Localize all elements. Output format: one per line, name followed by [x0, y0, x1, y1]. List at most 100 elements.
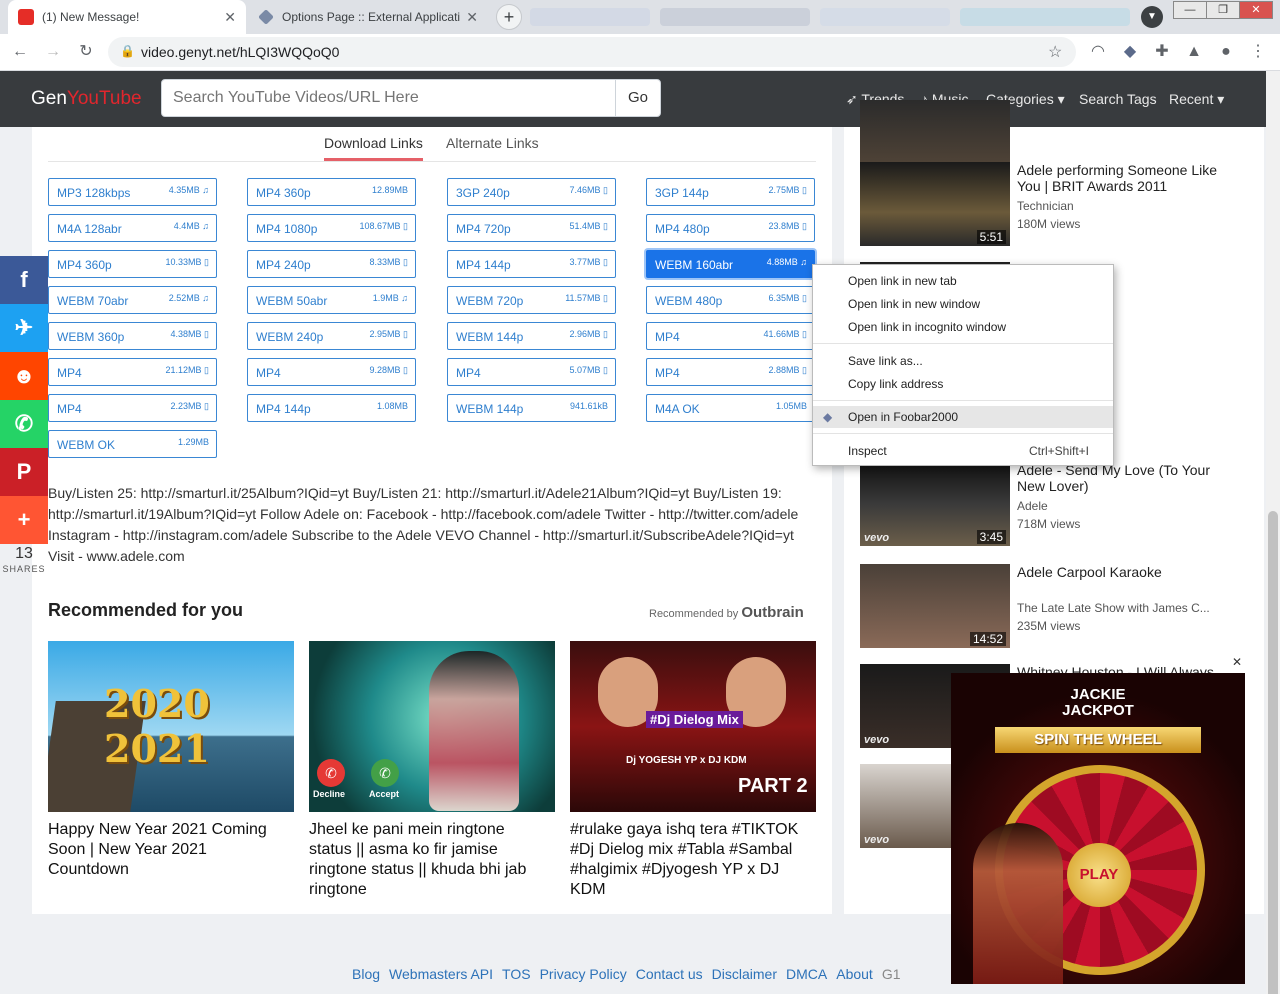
ad-close-icon[interactable]: ✕ [1232, 655, 1242, 669]
video-thumbnail[interactable]: 3:45 vevo [860, 462, 1010, 546]
recommended-thumbnail[interactable]: #Dj Dielog Mix Dj YOGESH YP x DJ KDM PAR… [570, 641, 816, 812]
download-link-button[interactable]: MP4 240p 8.33MB ▯ [247, 250, 416, 278]
footer-link[interactable]: Contact us [636, 966, 703, 982]
download-link-button[interactable]: 3GP 144p 2.75MB ▯ [646, 178, 815, 206]
download-link-button[interactable]: 3GP 240p 7.46MB ▯ [447, 178, 616, 206]
download-link-button[interactable]: MP4 5.07MB ▯ [447, 358, 616, 386]
bookmark-star-icon[interactable]: ☆ [1048, 42, 1062, 62]
footer-link[interactable]: Webmasters API [389, 966, 493, 982]
download-link-button[interactable]: MP4 1080p 108.67MB ▯ [247, 214, 416, 242]
tab-alternate-links[interactable]: Alternate Links [446, 135, 539, 151]
download-link-button[interactable]: WEBM 360p 4.38MB ▯ [48, 322, 217, 350]
download-link-button[interactable]: MP4 41.66MB ▯ [646, 322, 815, 350]
footer-link[interactable]: G1 [882, 966, 901, 982]
download-link-button[interactable]: WEBM 144p 941.61kB [447, 394, 616, 422]
video-thumbnail[interactable]: 5:51 [860, 162, 1010, 246]
tab-options-page[interactable]: Options Page :: External Applicati ✕ [248, 0, 488, 34]
extension-icon[interactable]: ◠ [1086, 40, 1110, 64]
recommended-title[interactable]: #rulake gaya ishq tera #TIKTOK #Dj Dielo… [570, 820, 810, 900]
menu-save-link[interactable]: Save link as... [813, 350, 1113, 372]
back-icon[interactable]: ← [8, 40, 32, 64]
external-app-icon[interactable]: ◆ [1118, 40, 1142, 64]
download-link-button[interactable]: WEBM 720p 11.57MB ▯ [447, 286, 616, 314]
twitter-share-button[interactable]: ✈ [0, 304, 48, 352]
menu-kebab-icon[interactable]: ⋮ [1246, 40, 1270, 64]
download-link-button[interactable]: MP4 2.23MB ▯ [48, 394, 217, 422]
background-window-tabs [820, 8, 950, 26]
extensions-puzzle-icon[interactable]: ✚ [1150, 40, 1174, 64]
profile-avatar-icon[interactable]: ● [1214, 40, 1238, 64]
download-link-button[interactable]: M4A 128abr 4.4MB ♫ [48, 214, 217, 242]
scrollbar-thumb[interactable] [1268, 511, 1278, 994]
whatsapp-share-button[interactable]: ✆ [0, 400, 48, 448]
page-scrollbar[interactable] [1266, 71, 1280, 994]
download-link-button[interactable]: MP4 480p 23.8MB ▯ [646, 214, 815, 242]
download-link-button[interactable]: WEBM 70abr 2.52MB ♫ [48, 286, 217, 314]
go-button[interactable]: Go [615, 79, 661, 117]
address-bar[interactable]: 🔒 video.genyt.net/hLQI3WQQoQ0 ☆ [108, 37, 1076, 67]
recommended-title[interactable]: Jheel ke pani mein ringtone status || as… [309, 820, 549, 900]
footer-link[interactable]: Disclaimer [712, 966, 777, 982]
pinterest-share-button[interactable]: P [0, 448, 48, 496]
recommended-thumbnail[interactable]: 2020 2021 [48, 641, 294, 812]
download-link-button[interactable]: WEBM 240p 2.95MB ▯ [247, 322, 416, 350]
download-link-button[interactable]: MP4 144p 3.77MB ▯ [447, 250, 616, 278]
footer-link[interactable]: Privacy Policy [540, 966, 627, 982]
download-link-button[interactable]: WEBM 160abr 4.88MB ♫ [646, 250, 815, 278]
menu-open-new-window[interactable]: Open link in new window [813, 293, 1113, 315]
menu-copy-link[interactable]: Copy link address [813, 373, 1113, 395]
video-thumbnail[interactable]: 14:52 [860, 564, 1010, 648]
new-tab-button[interactable]: + [496, 4, 522, 30]
close-tab-icon[interactable]: ✕ [466, 9, 478, 26]
background-window-tabs [530, 8, 650, 26]
download-link-button[interactable]: WEBM 480p 6.35MB ▯ [646, 286, 815, 314]
jackpot-ad[interactable]: JACKIE JACKPOT SPIN THE WHEEL PLAY [951, 673, 1245, 984]
recommended-thumbnail[interactable]: ✆ ✆ Decline Accept [309, 641, 555, 812]
download-link-button[interactable]: MP4 360p 12.89MB [247, 178, 416, 206]
video-title[interactable]: Adele Carpool Karaoke [1017, 564, 1217, 580]
download-link-button[interactable]: MP4 21.12MB ▯ [48, 358, 217, 386]
recommended-by[interactable]: Recommended by Outbrain [649, 604, 804, 621]
related-video-item[interactable]: 5:51 Adele performing Someone Like You | … [860, 162, 1220, 246]
maximize-button[interactable]: ❐ [1206, 1, 1240, 19]
reddit-share-button[interactable]: ☻ [0, 352, 48, 400]
tab-download-links[interactable]: Download Links [324, 135, 423, 161]
tab-new-message[interactable]: (1) New Message! ✕ [8, 0, 246, 34]
vevo-logo: vevo [864, 834, 890, 846]
recommended-title[interactable]: Happy New Year 2021 Coming Soon | New Ye… [48, 820, 288, 880]
related-video-item[interactable]: 14:52 Adele Carpool Karaoke The Late Late … [860, 564, 1220, 648]
related-video-item[interactable]: 3:45 vevo Adele - Send My Love (To Your Ne… [860, 462, 1220, 546]
minimize-button[interactable]: — [1173, 1, 1207, 19]
footer-link[interactable]: About [836, 966, 873, 982]
menu-inspect[interactable]: Inspect Ctrl+Shift+I [813, 440, 1113, 462]
footer-link[interactable]: DMCA [786, 966, 827, 982]
download-link-button[interactable]: WEBM 144p 2.96MB ▯ [447, 322, 616, 350]
menu-open-foobar[interactable]: ◆ Open in Foobar2000 [813, 406, 1113, 428]
download-link-button[interactable]: M4A OK 1.05MB [646, 394, 815, 422]
more-share-button[interactable]: + [0, 496, 48, 544]
download-link-button[interactable]: MP4 144p 1.08MB [247, 394, 416, 422]
menu-open-incognito[interactable]: Open link in incognito window [813, 316, 1113, 338]
video-title[interactable]: Adele performing Someone Like You | BRIT… [1017, 162, 1217, 194]
download-link-button[interactable]: MP3 128kbps 4.35MB ♫ [48, 178, 217, 206]
download-link-button[interactable]: MP4 720p 51.4MB ▯ [447, 214, 616, 242]
facebook-share-button[interactable]: f [0, 256, 48, 304]
tab-search-icon[interactable]: ▼ [1141, 6, 1163, 28]
download-link-button[interactable]: WEBM 50abr 1.9MB ♫ [247, 286, 416, 314]
search-input[interactable] [161, 79, 616, 117]
lab-flask-icon[interactable]: ▲ [1182, 40, 1206, 64]
download-link-button[interactable]: MP4 360p 10.33MB ▯ [48, 250, 217, 278]
download-link-button[interactable]: MP4 9.28MB ▯ [247, 358, 416, 386]
site-logo[interactable]: GenYouTube [31, 88, 142, 110]
video-title[interactable]: Adele - Send My Love (To Your New Lover) [1017, 462, 1217, 494]
forward-icon[interactable]: → [41, 40, 65, 64]
close-window-button[interactable]: ✕ [1239, 1, 1273, 19]
download-link-button[interactable]: WEBM OK 1.29MB [48, 430, 217, 458]
download-link-button[interactable]: MP4 2.88MB ▯ [646, 358, 815, 386]
footer-link[interactable]: TOS [502, 966, 531, 982]
close-tab-icon[interactable]: ✕ [224, 9, 236, 26]
reload-icon[interactable]: ↻ [74, 40, 98, 64]
menu-open-new-tab[interactable]: Open link in new tab [813, 270, 1113, 292]
footer-link[interactable]: Blog [352, 966, 380, 982]
play-button[interactable]: PLAY [1067, 843, 1131, 907]
